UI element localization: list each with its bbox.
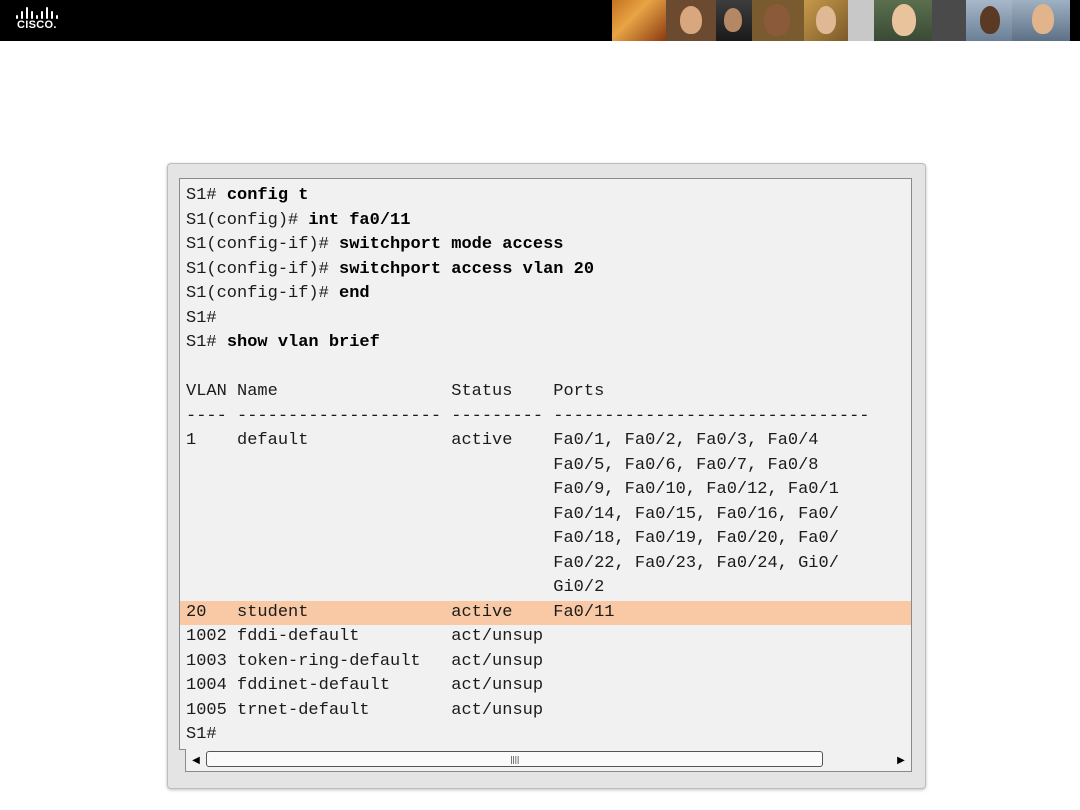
terminal-prompt: S1# [186, 333, 227, 352]
cisco-logo: CISCO. [16, 5, 62, 35]
terminal-line: Fa0/9, Fa0/10, Fa0/12, Fa0/1 [186, 478, 911, 503]
terminal-line: 1 default active Fa0/1, Fa0/2, Fa0/3, Fa… [186, 429, 911, 454]
terminal-line: ---- -------------------- --------- ----… [186, 405, 911, 430]
cisco-logo-bars-icon [16, 5, 62, 19]
terminal-prompt: 1005 trnet-default act/unsup [186, 700, 544, 720]
terminal-line: S1(config-if)# end [186, 282, 911, 307]
terminal-line: 1004 fddinet-default act/unsup [186, 674, 911, 699]
terminal-window: S1# config t S1(config)# int fa0/11 S1(con… [167, 163, 926, 789]
terminal-line: S1# [186, 723, 911, 748]
banner-photo [932, 0, 966, 41]
terminal-prompt: 1 default active Fa0/1, Fa0/2, Fa0/3, Fa… [186, 431, 819, 450]
banner-photo [966, 0, 1012, 41]
terminal-prompt: S1(config-if)# [186, 284, 340, 303]
grip-icon: |||| [510, 755, 519, 764]
banner-photo [804, 0, 848, 41]
cisco-logo-text: CISCO. [17, 19, 57, 31]
terminal-prompt: 1004 fddinet-default act/unsup [186, 676, 544, 695]
horizontal-scrollbar[interactable]: ◀ |||| ▶ [185, 749, 912, 772]
terminal-prompt: Fa0/18, Fa0/19, Fa0/20, Fa0/ [186, 529, 839, 548]
terminal-prompt: S1(config)# [186, 210, 309, 230]
terminal-prompt: VLAN Name Status Ports [186, 382, 605, 401]
terminal-line-highlighted: 20 student active Fa0/11 [180, 600, 911, 626]
terminal-line: Fa0/14, Fa0/15, Fa0/16, Fa0/ [186, 503, 911, 528]
terminal-line: S1(config-if)# switchport access vlan 20 [186, 258, 911, 283]
terminal-line: S1# show vlan brief [186, 331, 911, 356]
banner-photo [848, 0, 874, 41]
terminal-prompt: Fa0/5, Fa0/6, Fa0/7, Fa0/8 [186, 455, 819, 475]
terminal-line: Fa0/5, Fa0/6, Fa0/7, Fa0/8 [186, 454, 911, 479]
terminal-prompt: S1# [186, 725, 217, 744]
banner-photo [874, 0, 932, 41]
terminal-line: S1# config t [186, 184, 911, 209]
terminal-line: Fa0/18, Fa0/19, Fa0/20, Fa0/ [186, 527, 911, 552]
terminal-line: S1(config-if)# switchport mode access [186, 233, 911, 258]
arrow-left-icon[interactable]: ◀ [188, 752, 204, 768]
arrow-right-icon[interactable]: ▶ [893, 752, 909, 768]
banner-photo-strip [612, 0, 1080, 41]
banner-photo [612, 0, 666, 41]
terminal-line: 1003 token-ring-default act/unsup [186, 650, 911, 675]
terminal-line: Gi0/2 [186, 576, 911, 601]
banner-photo [1012, 0, 1070, 41]
terminal-command: switchport access vlan 20 [339, 259, 595, 279]
header-banner: CISCO. [0, 0, 1080, 41]
terminal-prompt: Fa0/9, Fa0/10, Fa0/12, Fa0/1 [186, 480, 839, 499]
terminal-output-area[interactable]: S1# config t S1(config)# int fa0/11 S1(con… [179, 178, 912, 750]
banner-photo [752, 0, 804, 41]
terminal-prompt: S1(config-if)# [186, 259, 340, 279]
terminal-line: S1(config)# int fa0/11 [186, 209, 911, 234]
terminal-command: config t [226, 186, 309, 205]
terminal-prompt: 20 student active Fa0/11 [186, 602, 615, 622]
terminal-line: 1005 trnet-default act/unsup [186, 699, 911, 724]
terminal-lines: S1# config t S1(config)# int fa0/11 S1(con… [180, 184, 911, 748]
terminal-prompt: 1003 token-ring-default act/unsup [186, 651, 544, 671]
terminal-command: switchport mode access [339, 235, 564, 254]
terminal-line: S1# [186, 307, 911, 332]
banner-photo [716, 0, 752, 41]
terminal-command: end [339, 284, 370, 303]
terminal-prompt: Fa0/22, Fa0/23, Fa0/24, Gi0/ [186, 553, 839, 573]
terminal-line: 1002 fddi-default act/unsup [186, 625, 911, 650]
terminal-prompt: Gi0/2 [186, 578, 605, 597]
terminal-line: Fa0/22, Fa0/23, Fa0/24, Gi0/ [186, 552, 911, 577]
terminal-line: VLAN Name Status Ports [186, 380, 911, 405]
terminal-command: show vlan brief [226, 333, 380, 352]
terminal-prompt: S1# [186, 308, 217, 328]
terminal-prompt: ---- -------------------- --------- ----… [186, 406, 870, 426]
terminal-prompt: S1# [186, 186, 227, 205]
banner-photo [666, 0, 716, 41]
terminal-command: int fa0/11 [308, 210, 411, 230]
terminal-prompt: S1(config-if)# [186, 235, 340, 254]
terminal-prompt: Fa0/14, Fa0/15, Fa0/16, Fa0/ [186, 504, 839, 524]
scrollbar-thumb[interactable]: |||| [206, 751, 823, 767]
terminal-prompt: 1002 fddi-default act/unsup [186, 627, 544, 646]
